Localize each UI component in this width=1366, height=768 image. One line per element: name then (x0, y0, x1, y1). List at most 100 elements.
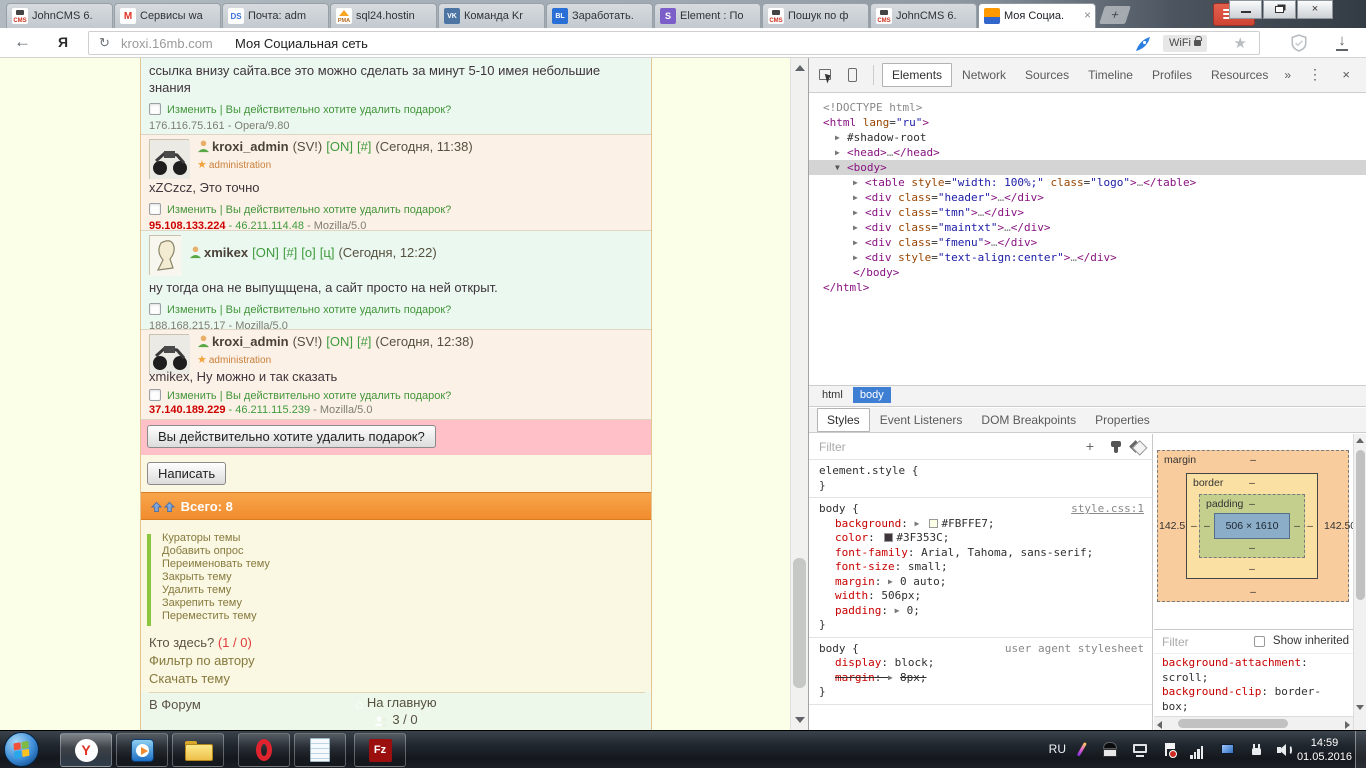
browser-tab-mail[interactable]: DSПочта: adm (222, 3, 329, 28)
wifi-badge[interactable]: WiFi (1163, 35, 1207, 52)
css-property[interactable]: margin: ▶0 auto; (809, 575, 1152, 590)
dom-tree-line[interactable]: ▶<div class="fmenu">…</div> (809, 235, 1366, 250)
browser-tab-active-social[interactable]: Моя Социа.× (978, 3, 1096, 28)
menu-item-move-topic[interactable]: Переместить тему (162, 610, 645, 623)
dom-tree-line[interactable]: ▶<div style="text-align:center">…</div> (809, 250, 1366, 265)
delete-gift-link[interactable]: Вы действительно хотите удалить подарок? (226, 104, 452, 116)
computed-filter-input[interactable]: Filter (1162, 635, 1189, 649)
running-app-icon[interactable] (1220, 742, 1236, 758)
window-restore-button[interactable] (1263, 0, 1296, 19)
devtools-menu-icon[interactable]: ⋮ (1308, 66, 1322, 83)
post-checkbox[interactable] (149, 389, 161, 401)
volume-icon[interactable] (1276, 742, 1292, 758)
taskbar-yandex-browser[interactable]: Y (60, 733, 112, 767)
css-property[interactable]: font-family: Arial, Tahoma, sans-serif; (809, 546, 1152, 561)
computed-horizontal-scrollbar[interactable] (1154, 716, 1353, 730)
dom-tree-line[interactable]: ▶<div class="tmn">…</div> (809, 205, 1366, 220)
breadcrumb-body[interactable]: body (853, 387, 891, 403)
edit-link[interactable]: Изменить (167, 304, 217, 316)
online-link[interactable]: [ON] (326, 334, 353, 349)
anchor-link[interactable]: [#] (283, 245, 297, 260)
yandex-logo[interactable]: Я (58, 34, 68, 50)
edit-link[interactable]: Изменить (167, 204, 217, 216)
css-property-overridden[interactable]: margin: ▶8px; (809, 671, 1152, 686)
metrics-vertical-scrollbar[interactable] (1353, 434, 1366, 730)
start-button[interactable] (4, 732, 39, 767)
devtools-more-tabs[interactable]: » (1278, 64, 1297, 86)
punto-switcher-icon[interactable] (1071, 739, 1093, 761)
css-property[interactable]: width: 506px; (809, 589, 1152, 604)
dom-tree-line[interactable]: <html lang="ru"> (809, 115, 1366, 130)
scrollbar-up-icon[interactable] (795, 65, 805, 71)
browser-tab-earn[interactable]: BLЗаработать. (546, 3, 653, 28)
dom-tree-line[interactable]: ▶<div class="header">…</div> (809, 190, 1366, 205)
device-mode-icon[interactable] (845, 67, 861, 83)
taskbar-notepad[interactable] (294, 733, 346, 767)
who-is-here[interactable]: Кто здесь? (1 / 0) (149, 635, 645, 650)
scrollbar-down-icon[interactable] (795, 717, 805, 723)
dom-tree-line[interactable]: ▶#shadow-root (809, 130, 1366, 145)
menu-item-pin-topic[interactable]: Закрепить тему (162, 597, 645, 610)
browser-tab-search[interactable]: CMSПошук по ф (762, 3, 869, 28)
dom-tree-line[interactable]: </body> (809, 265, 1366, 280)
window-minimize-button[interactable] (1229, 0, 1262, 19)
confirm-delete-button[interactable]: Вы действительно хотите удалить подарок? (147, 425, 436, 448)
menu-item-delete-topic[interactable]: Удалить тему (162, 584, 645, 597)
dom-tree-line[interactable]: </html> (809, 280, 1366, 295)
to-forum-link[interactable]: В Форум (149, 692, 645, 712)
display-icon[interactable] (1132, 742, 1148, 758)
inspect-element-icon[interactable] (819, 67, 835, 83)
power-plug-icon[interactable] (1248, 742, 1264, 758)
post-checkbox[interactable] (149, 203, 161, 215)
sidebar-tab-properties[interactable]: Properties (1086, 409, 1159, 431)
browser-tab-vk[interactable]: VKКоманда Kr (438, 3, 545, 28)
dom-tree-line[interactable]: ▶<table style="width: 100%;" class="logo… (809, 175, 1366, 190)
css-rule-user-agent[interactable]: user agent stylesheetbody { display: blo… (809, 638, 1152, 705)
dom-tree-line[interactable]: <!DOCTYPE html> (809, 100, 1366, 115)
css-property[interactable]: display: block; (809, 656, 1152, 671)
css-property[interactable]: color: #3F353C; (809, 531, 1152, 546)
devtools-tab-elements[interactable]: Elements (882, 63, 952, 87)
css-property[interactable]: background: ▶#FBFFE7; (809, 517, 1152, 532)
breadcrumb-html[interactable]: html (815, 387, 850, 403)
mail-agent-icon[interactable] (1102, 742, 1118, 758)
scroll-right-icon[interactable] (1345, 721, 1350, 729)
reload-icon[interactable]: ↻ (99, 35, 110, 51)
filter-by-author-link[interactable]: Фильтр по автору (149, 653, 645, 668)
css-rule-element-style[interactable]: element.style { } (809, 460, 1152, 498)
page-scrollbar[interactable] (790, 58, 808, 730)
dom-tree-line[interactable]: ▶<div class="maintxt">…</div> (809, 220, 1366, 235)
show-inherited-checkbox[interactable] (1254, 636, 1265, 647)
back-button[interactable]: ← (14, 32, 31, 52)
edit-link[interactable]: Изменить (167, 104, 217, 116)
pin-icon[interactable] (1114, 441, 1118, 453)
new-tab-button[interactable]: + (1099, 6, 1131, 24)
dom-tree-line-selected[interactable]: ▼<body> (809, 160, 1366, 175)
show-desktop-button[interactable] (1355, 731, 1366, 768)
css-line[interactable]: } (809, 479, 1152, 494)
scrollbar-thumb[interactable] (1356, 450, 1365, 600)
taskbar-clock[interactable]: 14:59 01.05.2016 (1297, 736, 1352, 764)
scroll-left-icon[interactable] (1157, 721, 1162, 729)
browser-tab-sql[interactable]: PMAsql24.hostin (330, 3, 437, 28)
devtools-tab-profiles[interactable]: Profiles (1143, 64, 1201, 86)
window-close-button[interactable]: × (1297, 0, 1333, 19)
styles-filter-input[interactable]: Filter (819, 440, 846, 454)
anchor-link[interactable]: [#] (357, 334, 371, 349)
bookmark-star-icon[interactable]: ★ (1234, 34, 1247, 52)
new-style-rule-icon[interactable]: + (1086, 438, 1094, 454)
css-property[interactable]: font-size: small; (809, 560, 1152, 575)
c-link[interactable]: [ц] (320, 245, 335, 260)
delete-gift-link[interactable]: Вы действительно хотите удалить подарок? (226, 304, 452, 316)
sidebar-tab-styles[interactable]: Styles (817, 408, 870, 432)
action-center-flag-icon[interactable] (1162, 742, 1178, 758)
edit-link[interactable]: Изменить (167, 390, 217, 402)
menu-item-rename-topic[interactable]: Переименовать тему (162, 558, 645, 571)
css-line[interactable]: element.style { (809, 464, 1152, 479)
browser-tab-johncms-1[interactable]: CMSJohnCMS 6. (6, 3, 113, 28)
username-link[interactable]: xmikex (204, 245, 248, 260)
sidebar-tab-event-listeners[interactable]: Event Listeners (871, 409, 972, 431)
browser-tab-element[interactable]: SElement : По (654, 3, 761, 28)
scrollbar-up-icon[interactable] (1356, 438, 1364, 443)
devtools-tab-sources[interactable]: Sources (1016, 64, 1078, 86)
